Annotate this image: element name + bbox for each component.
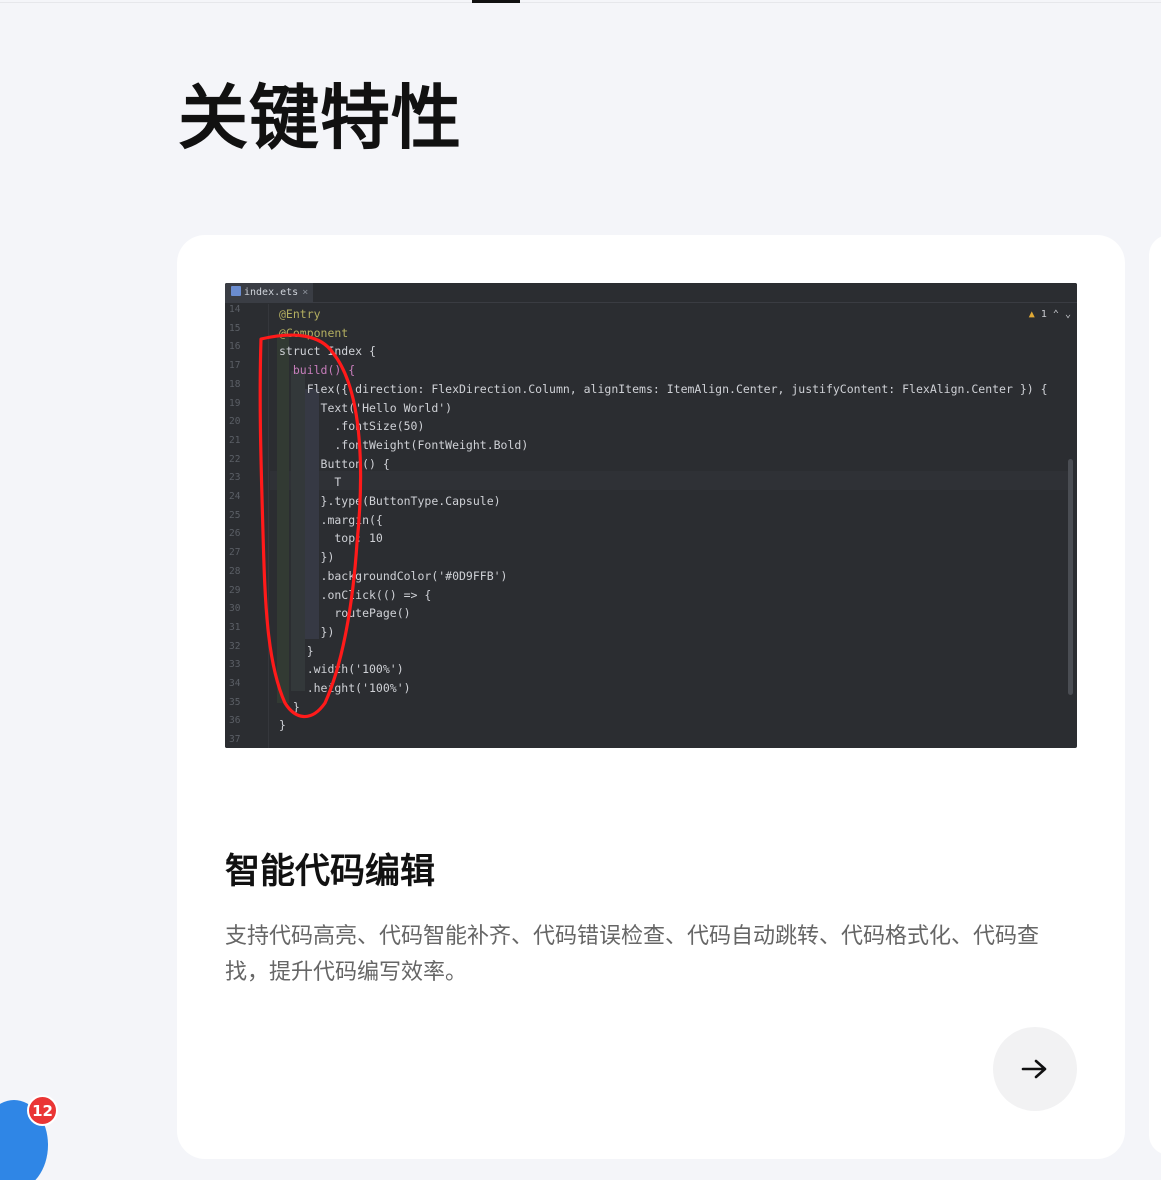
floating-assistant[interactable]: 12 <box>0 1095 60 1180</box>
feature-description: 支持代码高亮、代码智能补齐、代码错误检查、代码自动跳转、代码格式化、代码查找，提… <box>225 924 1040 985</box>
code-line: struct Index { <box>279 344 376 359</box>
file-icon <box>231 286 241 296</box>
line-number: 21 <box>229 434 241 446</box>
line-number: 36 <box>229 715 241 727</box>
code-line: Text('Hello World') <box>279 400 453 415</box>
line-number: 17 <box>229 360 241 372</box>
feature-card: index.ets × ▲ 1 ⌃ ⌄ 14 15 16 17 18 19 20 21 22 23 2… <box>177 235 1125 1159</box>
current-line-highlight <box>270 471 1070 490</box>
code-line: } <box>279 643 314 658</box>
code-line: }.type(ButtonType.Capsule) <box>279 494 501 508</box>
line-number: 19 <box>229 397 241 409</box>
code-line: Button() { <box>279 456 390 471</box>
code-line: routePage() <box>279 606 411 621</box>
line-number: 16 <box>229 341 241 353</box>
code-line: top: 10 <box>279 531 383 546</box>
code-line: @Entry <box>279 307 321 321</box>
section-title: 关键特性 <box>178 77 462 159</box>
close-icon: × <box>302 287 309 298</box>
arrow-right-icon <box>1021 1059 1047 1079</box>
code-line: .backgroundColor('#0D9FFB') <box>279 568 508 583</box>
code-line: @Component <box>279 325 349 340</box>
editor-scrollbar <box>1068 459 1073 695</box>
line-number: 15 <box>229 322 241 334</box>
line-number: 30 <box>229 603 241 615</box>
warning-icon: ▲ <box>1028 309 1035 320</box>
line-number-gutter: 14 15 16 17 18 19 20 21 22 23 24 25 26 27 28 29 30 31 32 33… <box>225 304 269 748</box>
code-line: .margin({ <box>279 512 383 527</box>
top-divider <box>0 2 1161 3</box>
line-number: 20 <box>229 416 241 428</box>
chevron-up-icon: ⌃ <box>1052 309 1059 320</box>
next-arrow-button[interactable] <box>993 1027 1077 1111</box>
line-number: 24 <box>229 491 241 502</box>
line-number: 23 <box>229 472 241 484</box>
line-number: 26 <box>229 528 241 540</box>
code-editor-screenshot: index.ets × ▲ 1 ⌃ ⌄ 14 15 16 17 18 19 20 21 22 23 2… <box>225 283 1077 748</box>
code-line: Flex({ direction: FlexDirection.Column, … <box>279 381 1048 396</box>
feature-title: 智能代码编辑 <box>225 852 436 892</box>
code-line: build() { <box>279 363 356 378</box>
active-tab-indicator <box>472 0 520 3</box>
line-number: 14 <box>229 304 241 315</box>
line-number: 33 <box>229 659 241 671</box>
code-line: .width('100%') <box>279 662 404 677</box>
warning-count: 1 <box>1040 309 1047 320</box>
notification-badge: 12 <box>27 1095 58 1126</box>
code-line: .fontWeight(FontWeight.Bold) <box>279 437 529 452</box>
line-number: 25 <box>229 509 241 521</box>
line-number: 22 <box>229 453 241 465</box>
line-number: 28 <box>229 565 241 577</box>
editor-tabbar: index.ets × <box>225 283 1077 303</box>
code-line: }) <box>279 550 335 565</box>
code-line: .fontSize(50) <box>279 419 425 434</box>
line-number: 31 <box>229 621 241 633</box>
code-line: T <box>279 475 342 490</box>
line-number: 34 <box>229 678 241 689</box>
chevron-down-icon: ⌄ <box>1064 309 1071 320</box>
inspection-widget: ▲ 1 ⌃ ⌄ <box>1029 309 1071 320</box>
code-line: .height('100%') <box>279 681 411 695</box>
line-number: 35 <box>229 696 241 708</box>
code-line: } <box>279 718 286 733</box>
editor-tab-label: index.ets <box>244 287 299 298</box>
line-number: 18 <box>229 378 241 390</box>
next-feature-card-peek[interactable] <box>1149 235 1161 1155</box>
code-line: }) <box>279 624 335 639</box>
code-line: .onClick(() => { <box>279 587 432 602</box>
line-number: 37 <box>229 734 241 746</box>
editor-tab: index.ets × <box>225 283 313 303</box>
line-number: 32 <box>229 640 241 652</box>
line-number: 27 <box>229 547 241 559</box>
line-number: 29 <box>229 584 241 596</box>
code-line: } <box>279 699 300 714</box>
